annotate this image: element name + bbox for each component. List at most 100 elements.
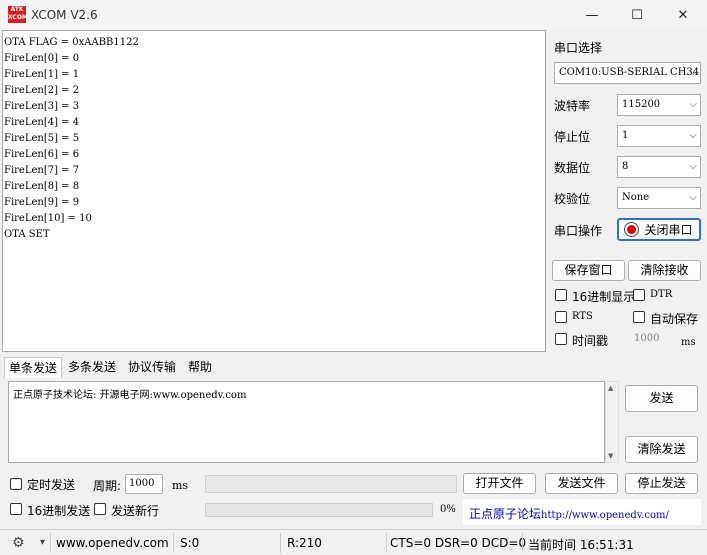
scroll-down-icon[interactable]: ▼ <box>608 452 613 460</box>
chevron-down-icon: ⌵ <box>689 99 697 110</box>
rts-label: RTS <box>572 311 593 322</box>
status-bar: ⚙ ▾ www.openedv.com S:0 R:210 CTS=0 DSR=… <box>0 529 707 555</box>
baud-select[interactable]: 115200 ⌵ <box>617 94 701 116</box>
receive-line: OTA FLAG = 0xAABB1122 <box>4 37 139 48</box>
dtr-checkbox[interactable] <box>633 289 645 301</box>
parity-value: None <box>622 192 650 203</box>
receive-line: FireLen[2] = 2 <box>4 85 80 96</box>
timed-send-checkbox[interactable] <box>10 478 22 490</box>
forum-url: http://www.openedv.com/ <box>541 510 669 521</box>
send-progress-bar <box>205 503 433 517</box>
parity-label: 校验位 <box>554 192 591 206</box>
timed-send-label: 定时发送 <box>27 478 76 492</box>
save-window-button[interactable]: 保存窗口 <box>552 260 625 281</box>
receive-line: FireLen[6] = 6 <box>4 149 80 160</box>
chevron-down-icon: ⌵ <box>689 192 697 203</box>
receive-line: FireLen[9] = 9 <box>4 197 80 208</box>
status-sent: S:0 <box>180 536 200 550</box>
rts-checkbox[interactable] <box>555 311 567 323</box>
period-label: 周期: <box>93 479 122 493</box>
parity-select[interactable]: None ⌵ <box>617 187 701 209</box>
minimize-button[interactable]: — <box>569 0 615 30</box>
receive-textarea[interactable]: OTA FLAG = 0xAABB1122 FireLen[0] = 0 FireL… <box>2 30 546 352</box>
stopbit-value: 1 <box>622 130 629 141</box>
stop-send-button[interactable]: 停止发送 <box>625 473 698 494</box>
close-port-button[interactable]: 关闭串口 <box>617 218 701 241</box>
gear-icon[interactable]: ⚙ <box>12 535 25 551</box>
receive-line: FireLen[5] = 5 <box>4 133 80 144</box>
tab-protocol[interactable]: 协议传输 <box>124 357 180 378</box>
receive-line: FireLen[7] = 7 <box>4 165 80 176</box>
send-text: 正点原子技术论坛: 开源电子网:www.openedv.com <box>13 390 247 401</box>
timestamp-checkbox[interactable] <box>555 333 567 345</box>
receive-line: FireLen[1] = 1 <box>4 69 80 80</box>
hex-send-checkbox[interactable] <box>10 503 22 515</box>
receive-line: FireLen[8] = 8 <box>4 181 80 192</box>
forum-link[interactable]: 正点原子论坛http://www.openedv.com/ <box>463 499 701 525</box>
databit-value: 8 <box>622 161 629 172</box>
receive-line: FireLen[0] = 0 <box>4 53 80 64</box>
stopbit-select[interactable]: 1 ⌵ <box>617 125 701 147</box>
close-port-label: 关闭串口 <box>644 223 693 237</box>
separator <box>386 533 387 553</box>
dropdown-arrow-icon[interactable]: ▾ <box>40 537 45 548</box>
tab-help[interactable]: 帮助 <box>184 357 216 378</box>
receive-lines: OTA FLAG = 0xAABB1122 FireLen[0] = 0 FireL… <box>4 35 544 243</box>
separator <box>173 533 174 553</box>
send-textarea[interactable]: 正点原子技术论坛: 开源电子网:www.openedv.com <box>8 381 605 463</box>
send-scrollbar[interactable]: ▲ ▼ <box>605 381 619 463</box>
separator <box>522 533 523 553</box>
databit-select[interactable]: 8 ⌵ <box>617 156 701 178</box>
databit-label: 数据位 <box>554 161 591 175</box>
period-input[interactable]: 1000 <box>125 474 163 494</box>
chevron-down-icon: ⌵ <box>689 161 697 172</box>
file-path-input[interactable] <box>205 475 457 493</box>
stopbit-label: 停止位 <box>554 130 591 144</box>
clear-receive-button[interactable]: 清除接收 <box>628 260 701 281</box>
timestamp-input[interactable]: 1000 <box>634 333 659 344</box>
receive-line: OTA SET <box>4 229 50 240</box>
status-website[interactable]: www.openedv.com <box>56 536 169 550</box>
dtr-label: DTR <box>650 289 673 300</box>
send-newline-checkbox[interactable] <box>94 503 106 515</box>
open-file-button[interactable]: 打开文件 <box>463 473 536 494</box>
receive-line: FireLen[10] = 10 <box>4 213 92 224</box>
window-title: XCOM V2.6 <box>31 8 98 22</box>
port-op-label: 串口操作 <box>554 224 603 238</box>
hex-display-label: 16进制显示 <box>572 290 636 304</box>
record-icon <box>625 223 639 236</box>
baud-label: 波特率 <box>554 99 591 113</box>
separator <box>280 533 281 553</box>
status-time: 当前时间 16:51:31 <box>528 538 634 552</box>
port-select-value: COM10:USB-SERIAL CH34 <box>559 67 700 78</box>
clear-send-button[interactable]: 清除发送 <box>625 436 698 463</box>
receive-line: FireLen[4] = 4 <box>4 117 80 128</box>
baud-value: 115200 <box>622 99 661 110</box>
timestamp-label: 时间戳 <box>572 334 609 348</box>
status-signals: CTS=0 DSR=0 DCD=0 <box>390 536 527 550</box>
timestamp-unit: ms <box>681 337 696 348</box>
autosave-checkbox[interactable] <box>633 311 645 323</box>
close-button[interactable]: ✕ <box>660 0 706 30</box>
separator <box>50 533 51 553</box>
app-logo: ATK XCOM <box>8 6 28 23</box>
status-received: R:210 <box>287 536 322 550</box>
period-unit: ms <box>172 479 189 492</box>
port-select[interactable]: COM10:USB-SERIAL CH34 ⌵ <box>554 62 701 84</box>
receive-line: FireLen[3] = 3 <box>4 101 80 112</box>
send-newline-label: 发送新行 <box>111 504 160 518</box>
tab-single-send[interactable]: 单条发送 <box>4 357 63 378</box>
title-bar: ATK XCOM XCOM V2.6 — ☐ ✕ <box>0 0 707 30</box>
hex-send-label: 16进制发送 <box>27 504 91 518</box>
send-button[interactable]: 发送 <box>625 385 698 412</box>
progress-text: 0% <box>440 504 456 515</box>
autosave-label: 自动保存 <box>650 312 699 326</box>
port-select-label: 串口选择 <box>554 41 603 55</box>
chevron-down-icon: ⌵ <box>689 67 697 78</box>
tab-multi-send[interactable]: 多条发送 <box>64 357 120 378</box>
forum-prefix: 正点原子论坛 <box>469 507 542 521</box>
scroll-up-icon[interactable]: ▲ <box>608 384 613 392</box>
maximize-button[interactable]: ☐ <box>614 0 660 30</box>
send-file-button[interactable]: 发送文件 <box>545 473 618 494</box>
hex-display-checkbox[interactable] <box>555 289 567 301</box>
